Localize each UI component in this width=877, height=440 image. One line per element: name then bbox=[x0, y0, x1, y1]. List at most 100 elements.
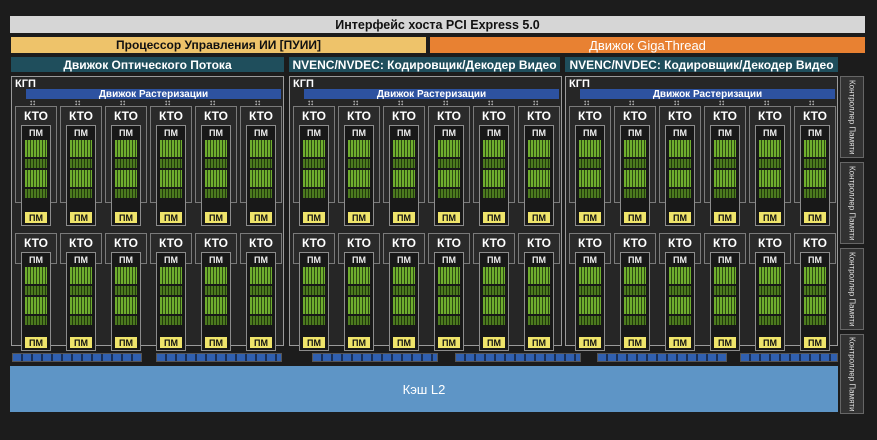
cuda-cores bbox=[759, 140, 781, 157]
cuda-cores bbox=[579, 170, 601, 187]
tensor-cores bbox=[303, 286, 325, 295]
tpc-label: КТО bbox=[302, 236, 326, 250]
crossbar-link bbox=[597, 353, 727, 362]
tpc-label: КТО bbox=[347, 109, 371, 123]
sm-label: ПМ bbox=[209, 255, 223, 265]
cuda-cores bbox=[528, 267, 550, 284]
cuda-cores bbox=[70, 170, 92, 187]
tensor-cores bbox=[528, 189, 550, 198]
tensor-cores bbox=[528, 159, 550, 168]
tensor-cores bbox=[303, 189, 325, 198]
raster-engine: Движок Растеризации bbox=[304, 89, 559, 100]
nvenc-nvdec-engine-2: NVENC/NVDEC: Кодировщик/Декодер Видео bbox=[565, 57, 838, 72]
cuda-cores bbox=[624, 267, 646, 284]
tensor-cores bbox=[483, 316, 505, 325]
sm-label: ПМ bbox=[808, 255, 822, 265]
sm: ПМ ПМ bbox=[246, 252, 276, 351]
cuda-cores bbox=[160, 170, 182, 187]
sm-label: ПМ bbox=[532, 255, 546, 265]
tensor-cores bbox=[483, 286, 505, 295]
sm-label: ПМ bbox=[115, 337, 137, 348]
sm: ПМ ПМ bbox=[156, 125, 186, 226]
tpc: КТО ПМ ПМ bbox=[473, 233, 515, 351]
tpc-label: КТО bbox=[347, 236, 371, 250]
tensor-cores bbox=[759, 286, 781, 295]
tensor-cores bbox=[624, 316, 646, 325]
sm: ПМ ПМ bbox=[800, 125, 830, 226]
sm-label: ПМ bbox=[583, 128, 597, 138]
tpc-label: КТО bbox=[159, 109, 183, 123]
cuda-cores bbox=[303, 267, 325, 284]
sm-label: ПМ bbox=[714, 212, 736, 223]
sm-label: ПМ bbox=[115, 212, 137, 223]
cuda-cores bbox=[348, 170, 370, 187]
tensor-cores bbox=[624, 286, 646, 295]
nvenc-nvdec-engine-1: NVENC/NVDEC: Кодировщик/Декодер Видео bbox=[289, 57, 560, 72]
tensor-cores bbox=[528, 316, 550, 325]
crossbar-link bbox=[312, 353, 438, 362]
tpc-label: КТО bbox=[482, 236, 506, 250]
cuda-cores bbox=[438, 297, 460, 314]
sm-label: ПМ bbox=[673, 128, 687, 138]
sm-label: ПМ bbox=[250, 212, 272, 223]
tensor-cores bbox=[115, 286, 137, 295]
tpc: КТО ПМ ПМ bbox=[195, 233, 237, 351]
ai-management-processor: Процессор Управления ИИ [ПУИИ] bbox=[11, 37, 426, 53]
sm: ПМ ПМ bbox=[800, 252, 830, 351]
tensor-cores bbox=[759, 316, 781, 325]
sm: ПМ ПМ bbox=[111, 252, 141, 351]
sm-label: ПМ bbox=[669, 337, 691, 348]
tensor-cores bbox=[115, 189, 137, 198]
tensor-cores bbox=[669, 286, 691, 295]
memory-controller-label: Контроллер Памяти bbox=[847, 165, 857, 241]
sm-label: ПМ bbox=[70, 212, 92, 223]
cuda-cores bbox=[714, 297, 736, 314]
tensor-cores bbox=[804, 316, 826, 325]
sm-label: ПМ bbox=[583, 255, 597, 265]
cuda-cores bbox=[115, 267, 137, 284]
tpc-label: КТО bbox=[578, 236, 602, 250]
cuda-cores bbox=[669, 267, 691, 284]
tensor-cores bbox=[70, 286, 92, 295]
sm: ПМ ПМ bbox=[389, 252, 419, 351]
sm: ПМ ПМ bbox=[755, 125, 785, 226]
sm-label: ПМ bbox=[438, 212, 460, 223]
sm-label: ПМ bbox=[624, 212, 646, 223]
tpc-label: КТО bbox=[527, 109, 551, 123]
tensor-cores bbox=[250, 316, 272, 325]
tensor-cores bbox=[438, 159, 460, 168]
sm-label: ПМ bbox=[352, 128, 366, 138]
cuda-cores bbox=[348, 267, 370, 284]
tpc: КТО ПМ ПМ bbox=[60, 106, 102, 226]
sm: ПМ ПМ bbox=[479, 252, 509, 351]
tpc-label: КТО bbox=[24, 109, 48, 123]
sm-label: ПМ bbox=[25, 212, 47, 223]
sm-label: ПМ bbox=[669, 212, 691, 223]
cuda-cores bbox=[205, 170, 227, 187]
tpc: КТО ПМ ПМ bbox=[60, 233, 102, 351]
tensor-cores bbox=[579, 316, 601, 325]
sm-label: ПМ bbox=[579, 337, 601, 348]
tensor-cores bbox=[393, 286, 415, 295]
tensor-cores bbox=[160, 189, 182, 198]
tpc-label: КТО bbox=[668, 236, 692, 250]
cuda-cores bbox=[714, 267, 736, 284]
tensor-cores bbox=[579, 286, 601, 295]
cuda-cores bbox=[759, 297, 781, 314]
tpc-label: КТО bbox=[114, 236, 138, 250]
tpc: КТО ПМ ПМ bbox=[383, 233, 425, 351]
sm-label: ПМ bbox=[303, 212, 325, 223]
sm-label: ПМ bbox=[532, 128, 546, 138]
sm-label: ПМ bbox=[29, 255, 43, 265]
sm-label: ПМ bbox=[442, 128, 456, 138]
cuda-cores bbox=[669, 297, 691, 314]
tpc: КТО ПМ ПМ bbox=[794, 106, 836, 226]
tpc: КТО ПМ ПМ bbox=[428, 233, 470, 351]
tensor-cores bbox=[483, 189, 505, 198]
memory-controller: Контроллер Памяти bbox=[840, 334, 864, 414]
sm: ПМ ПМ bbox=[665, 252, 695, 351]
tpc-label: КТО bbox=[713, 109, 737, 123]
sm: ПМ ПМ bbox=[710, 252, 740, 351]
tpc-label: КТО bbox=[713, 236, 737, 250]
cuda-cores bbox=[348, 297, 370, 314]
